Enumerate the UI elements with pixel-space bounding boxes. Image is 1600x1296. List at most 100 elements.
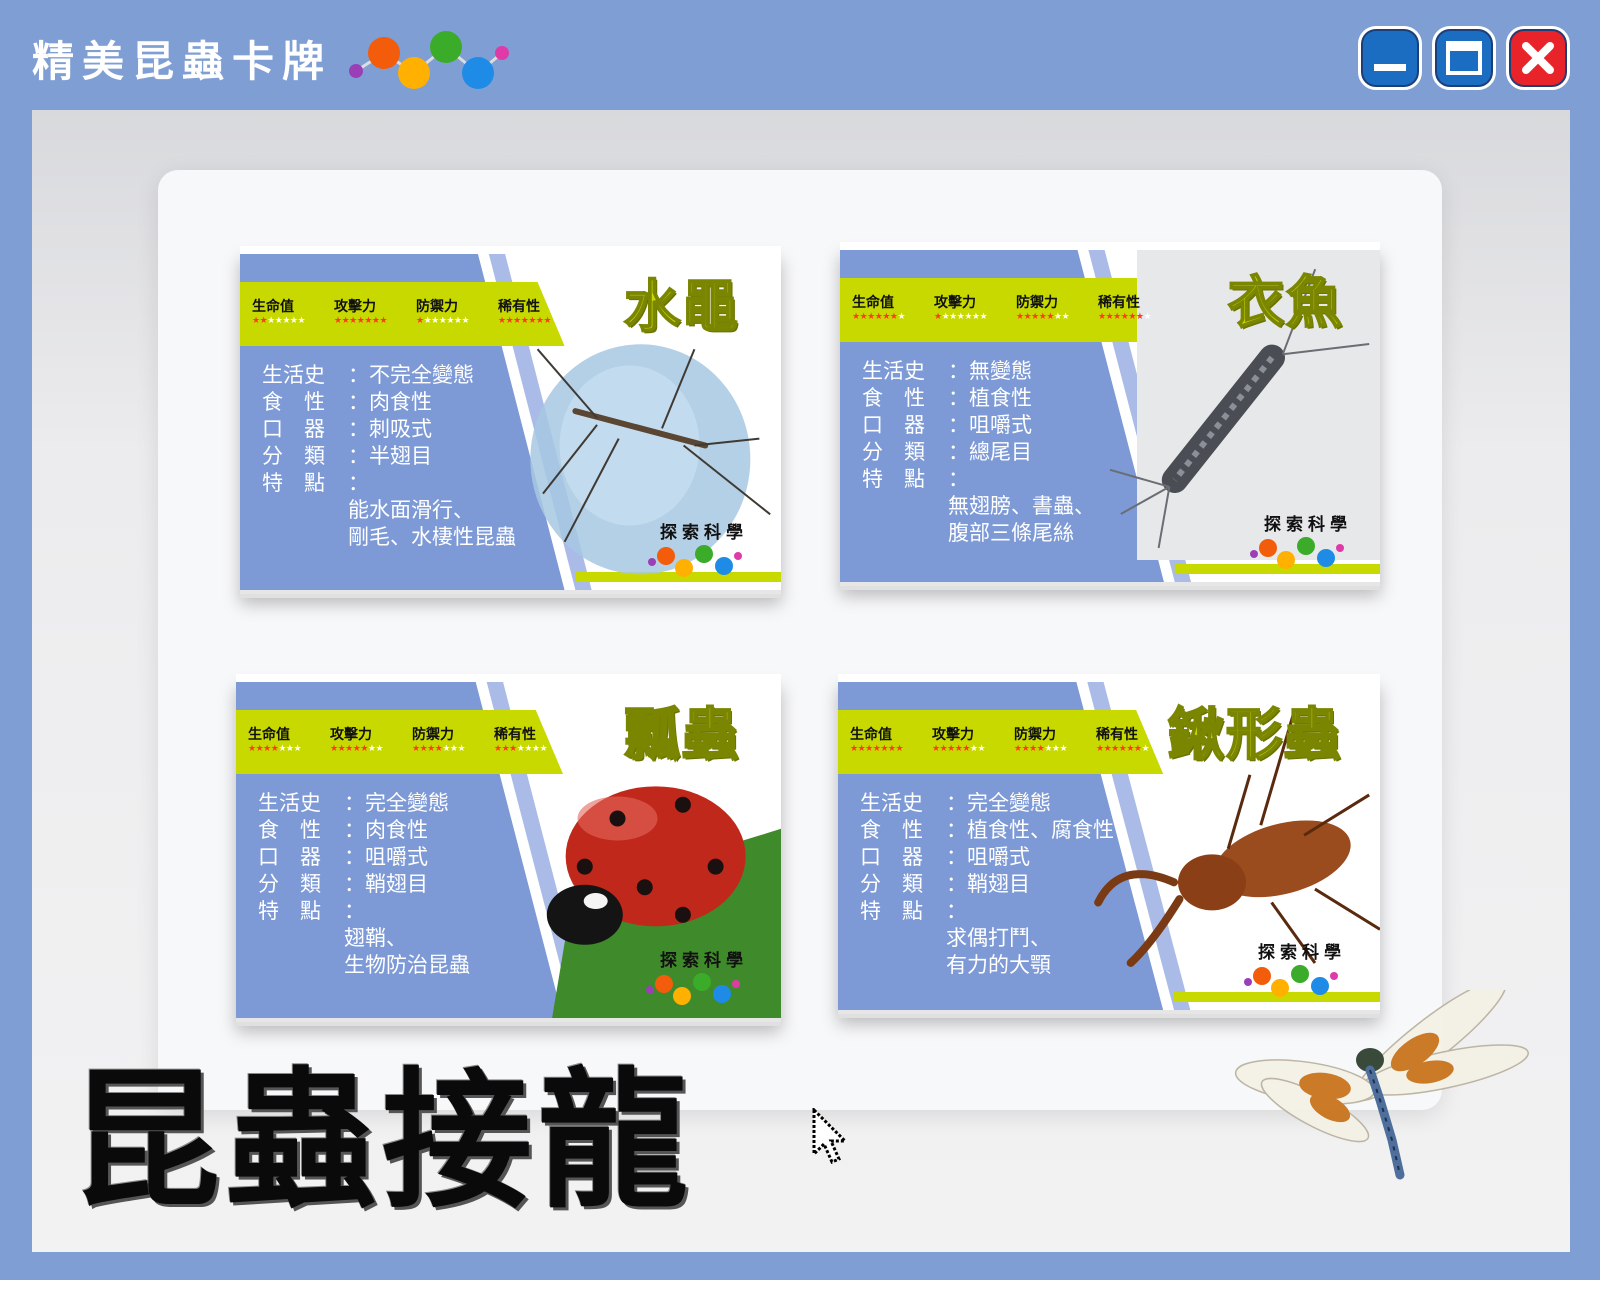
star-filled-icon: ★ [528, 316, 536, 326]
star-rating: ★★★★★★★ [412, 744, 482, 754]
star-empty-icon: ★ [897, 312, 906, 322]
close-button[interactable] [1506, 26, 1570, 90]
mouse-cursor-icon [812, 1108, 849, 1164]
star-filled-icon: ★ [1029, 744, 1037, 754]
stat-label: 稀有性 [498, 299, 540, 315]
info-value: 植食性、腐食性 [967, 818, 1114, 842]
stat-label: 攻擊力 [932, 727, 974, 743]
info-value: 植食性 [969, 386, 1032, 410]
stat-label: 防禦力 [1016, 295, 1058, 311]
star-filled-icon: ★ [345, 744, 353, 754]
info-separator: ： [946, 845, 967, 869]
info-separator: ： [948, 413, 969, 437]
star-filled-icon: ★ [263, 744, 271, 754]
star-empty-icon: ★ [979, 312, 988, 322]
star-empty-icon: ★ [431, 316, 439, 326]
info-row: 食 性 ：植食性 [862, 385, 1095, 412]
info-value: 半翅目 [369, 444, 432, 468]
star-filled-icon: ★ [934, 312, 942, 322]
card-title: 瓢蟲 [623, 702, 740, 769]
stat-item: 攻擊力 ★★★★★★★ [932, 724, 1002, 754]
info-row: 生活史 ：完全變態 [258, 790, 470, 817]
stat-label: 防禦力 [1014, 727, 1056, 743]
star-filled-icon: ★ [412, 744, 420, 754]
star-rating: ★★★★★★★ [416, 316, 486, 326]
stat-label: 生命值 [850, 727, 892, 743]
feature-note: 腹部三條尾絲 [948, 521, 1074, 545]
info-row: 特 點 ： [862, 466, 1095, 493]
info-key: 口 器 [862, 413, 925, 437]
info-row: 口 器 ：咀嚼式 [862, 412, 1095, 439]
star-rating: ★★★★★★★ [334, 316, 404, 326]
info-key: 食 性 [860, 818, 923, 842]
star-empty-icon: ★ [442, 744, 450, 754]
star-rating: ★★★★★★★ [252, 316, 322, 326]
info-separator: ： [348, 444, 369, 468]
card-info: 生活史：完全變態食 性：植食性、腐食性口 器：咀嚼式分 類：鞘翅目特 點：求偶打… [860, 790, 1114, 979]
insect-card[interactable]: 瓢蟲 生命值 ★★★★★★★ 攻擊力 ★★★★★★★ 防禦力 ★★★★★★★ 稀有性 ★★★★★… [236, 674, 781, 1018]
stat-label: 防禦力 [412, 727, 454, 743]
info-row: 口 器 ：咀嚼式 [258, 844, 470, 871]
insect-card[interactable]: 衣魚 生命值 ★★★★★★★ 攻擊力 ★★★★★★★ 防禦力 ★★★★★★★ 稀有性 ★★★★★… [840, 242, 1380, 582]
star-empty-icon: ★ [446, 316, 454, 326]
star-filled-icon: ★ [852, 312, 860, 322]
star-rating: ★★★★★★★ [1096, 744, 1166, 754]
star-rating: ★★★★★★★ [494, 744, 564, 754]
star-rating: ★★★★★★★ [330, 744, 400, 754]
star-filled-icon: ★ [962, 744, 970, 754]
info-key: 口 器 [258, 845, 321, 869]
star-filled-icon: ★ [513, 316, 521, 326]
info-separator: ： [948, 467, 969, 491]
info-key: 生活史 [862, 359, 925, 383]
stat-bar: 生命值 ★★★★★★★ 攻擊力 ★★★★★★★ 防禦力 ★★★★★★★ 稀有性 ★★★★★★★ [248, 724, 564, 754]
star-rating: ★★★★★★★ [932, 744, 1002, 754]
stat-item: 生命值 ★★★★★★★ [252, 296, 322, 326]
info-separator: ： [348, 390, 369, 414]
info-value: 總尾目 [969, 440, 1032, 464]
star-filled-icon: ★ [1113, 312, 1121, 322]
info-separator: ： [348, 471, 369, 495]
star-filled-icon: ★ [379, 316, 388, 326]
window-title: 精美昆蟲卡牌 [32, 36, 333, 86]
info-value: 肉食性 [369, 390, 432, 414]
star-empty-icon: ★ [293, 744, 302, 754]
info-row: 特 點 ： [262, 470, 516, 497]
star-filled-icon: ★ [882, 312, 890, 322]
maximize-button[interactable] [1432, 26, 1496, 90]
info-separator: ： [946, 818, 967, 842]
star-filled-icon: ★ [330, 744, 338, 754]
info-value: 咀嚼式 [365, 845, 428, 869]
info-value: 肉食性 [365, 818, 428, 842]
info-key: 生活史 [860, 791, 923, 815]
star-empty-icon: ★ [1044, 744, 1052, 754]
card-info: 生活史：不完全變態食 性：肉食性口 器：刺吸式分 類：半翅目特 點：能水面滑行、… [262, 362, 516, 551]
star-empty-icon: ★ [297, 316, 306, 326]
info-value: 鞘翅目 [967, 872, 1030, 896]
info-row: 食 性 ：植食性、腐食性 [860, 817, 1114, 844]
info-separator: ： [946, 791, 967, 815]
brand-label: 探索科學 [660, 951, 748, 971]
star-filled-icon: ★ [364, 316, 372, 326]
footer-title: 昆蟲接龍 [70, 1055, 695, 1229]
stat-label: 攻擊力 [330, 727, 372, 743]
info-key: 分 類 [862, 440, 925, 464]
info-separator: ： [344, 791, 365, 815]
info-separator: ： [348, 417, 369, 441]
stat-item: 生命值 ★★★★★★★ [248, 724, 318, 754]
info-key: 特 點 [860, 899, 923, 923]
stat-item: 稀有性 ★★★★★★★ [494, 724, 564, 754]
feature-note: 生物防治昆蟲 [344, 953, 470, 977]
brand-label: 探索科學 [660, 523, 748, 543]
insect-card[interactable]: 水黽 生命值 ★★★★★★★ 攻擊力 ★★★★★★★ 防禦力 ★★★★★★★ 稀有性 ★★★★★… [240, 246, 781, 590]
stat-item: 攻擊力 ★★★★★★★ [934, 292, 1004, 322]
info-separator: ： [948, 440, 969, 464]
star-filled-icon: ★ [498, 316, 506, 326]
info-key: 分 類 [860, 872, 923, 896]
star-filled-icon: ★ [867, 312, 875, 322]
star-rating: ★★★★★★★ [1016, 312, 1086, 322]
info-row: 食 性 ：肉食性 [258, 817, 470, 844]
star-empty-icon: ★ [461, 316, 470, 326]
minimize-button[interactable] [1358, 26, 1422, 90]
insect-card[interactable]: 鍬形蟲 生命值 ★★★★★★★ 攻擊力 ★★★★★★★ 防禦力 ★★★★★★★ 稀有性 ★★★★… [838, 674, 1380, 1010]
info-row: 生活史 ：完全變態 [860, 790, 1114, 817]
